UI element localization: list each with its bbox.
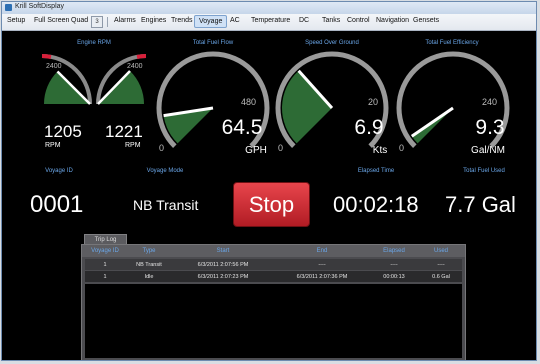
speed-max-tick: 20 <box>368 97 379 107</box>
elapsed-time-label: Elapsed Time <box>357 168 395 174</box>
tab-gensets[interactable]: Gensets <box>413 17 439 24</box>
speed-unit: Kts <box>372 145 388 156</box>
speed-label: Speed Over Ground <box>305 40 359 46</box>
speed-min-tick: 0 <box>278 143 284 153</box>
column-header-type[interactable]: Type <box>142 248 155 254</box>
efficiency-label: Total Fuel Efficiency <box>425 40 479 46</box>
fuel-flow-gauge <box>156 51 270 148</box>
cell-start: 6/3/2011 2:07:56 PM <box>197 262 249 268</box>
quad-count-button[interactable]: 3 <box>91 16 103 28</box>
cell-used: 0.6 Gal <box>432 274 450 280</box>
engine-rpm-label: Engine RPM <box>77 40 111 46</box>
fuel-used-label: Total Fuel Used <box>463 168 505 174</box>
fuel-flow-min-tick: 0 <box>159 143 165 153</box>
speed-gauge <box>275 51 389 148</box>
column-header-voyage-id[interactable]: Voyage ID <box>91 248 119 254</box>
cell-elapsed: 00:00:13 <box>383 274 405 280</box>
fuel-flow-value: 64.5 <box>221 116 263 139</box>
fuel-flow-label: Total Fuel Flow <box>192 40 234 46</box>
column-header-end[interactable]: End <box>317 248 328 254</box>
rpm-left-value: 1205 <box>44 122 82 141</box>
menu-separator <box>107 17 108 27</box>
efficiency-unit: Gal/NM <box>471 145 505 156</box>
cell-end: ---- <box>318 262 326 268</box>
trip-log-header: Voyage ID Type Start End Elapsed Used <box>82 245 465 257</box>
column-header-start[interactable]: Start <box>217 248 230 254</box>
cell-start: 6/3/2011 2:07:23 PM <box>197 274 249 280</box>
cell-type: Idle <box>144 274 154 280</box>
rpm-right-value: 1221 <box>105 122 143 141</box>
engine-rpm-gauge <box>41 54 147 105</box>
rpm-left-max-tick: 2400 <box>46 63 62 70</box>
cell-end: 6/3/2011 2:07:36 PM <box>296 274 348 280</box>
trip-log-empty-area <box>85 284 462 358</box>
setup-menu[interactable]: Setup <box>7 17 25 24</box>
fuel-flow-max-tick: 480 <box>241 97 257 107</box>
voyage-mode-value: NB Transit <box>133 197 199 213</box>
menu-bar: Setup Full Screen Quad 3 Alarms Engines … <box>2 14 536 31</box>
voyage-mode-label: Voyage Mode <box>146 168 184 174</box>
cell-elapsed: ---- <box>390 262 398 268</box>
elapsed-time-value: 00:02:18 <box>333 192 419 217</box>
tab-ac[interactable]: AC <box>230 17 240 24</box>
full-screen-menu[interactable]: Full Screen <box>34 17 69 24</box>
rpm-right-max-tick: 2400 <box>127 63 143 70</box>
rpm-right-unit: RPM <box>125 142 141 149</box>
window-title: Krill SoftDisplay <box>15 3 65 10</box>
voyage-id-label: Voyage ID <box>45 168 73 174</box>
cell-voyage-id: 1 <box>103 262 107 268</box>
tab-voyage[interactable]: Voyage <box>194 15 228 28</box>
tab-temperature[interactable]: Temperature <box>251 17 290 24</box>
rpm-right-redline <box>136 54 147 59</box>
table-row[interactable]: 1 Idle 6/3/2011 2:07:23 PM 6/3/2011 2:07… <box>85 271 462 282</box>
rpm-left-redline <box>41 54 52 59</box>
rpm-left-unit: RPM <box>45 142 61 149</box>
voyage-id-value: 0001 <box>30 191 84 218</box>
stop-button[interactable]: Stop <box>233 182 310 227</box>
fuel-flow-unit: GPH <box>245 145 267 156</box>
cell-type: NB Transit <box>136 262 162 268</box>
tab-alarms[interactable]: Alarms <box>114 17 136 24</box>
title-bar: Krill SoftDisplay <box>2 2 536 14</box>
efficiency-gauge <box>396 51 510 148</box>
trip-log-panel: Voyage ID Type Start End Elapsed Used 1 … <box>81 244 466 360</box>
efficiency-min-tick: 0 <box>399 143 405 153</box>
tab-engines[interactable]: Engines <box>141 17 166 24</box>
efficiency-needle <box>410 106 454 138</box>
table-row[interactable]: 1 NB Transit 6/3/2011 2:07:56 PM ---- --… <box>85 259 462 270</box>
speed-value: 6.9 <box>354 116 384 139</box>
efficiency-value: 9.3 <box>475 116 505 139</box>
quad-menu[interactable]: Quad <box>71 17 88 24</box>
cell-voyage-id: 1 <box>103 274 107 280</box>
tab-navigation[interactable]: Navigation <box>376 17 409 24</box>
tab-trends[interactable]: Trends <box>171 17 193 24</box>
tab-dc[interactable]: DC <box>299 17 309 24</box>
cell-used: ---- <box>437 262 445 268</box>
tab-tanks[interactable]: Tanks <box>322 17 340 24</box>
app-window: Krill SoftDisplay Setup Full Screen Quad… <box>1 1 537 361</box>
fuel-used-value: 7.7 Gal <box>445 192 516 217</box>
efficiency-max-tick: 240 <box>482 97 498 107</box>
tab-control[interactable]: Control <box>347 17 370 24</box>
column-header-elapsed[interactable]: Elapsed <box>383 248 405 254</box>
column-header-used[interactable]: Used <box>434 248 448 254</box>
app-icon <box>5 4 12 11</box>
